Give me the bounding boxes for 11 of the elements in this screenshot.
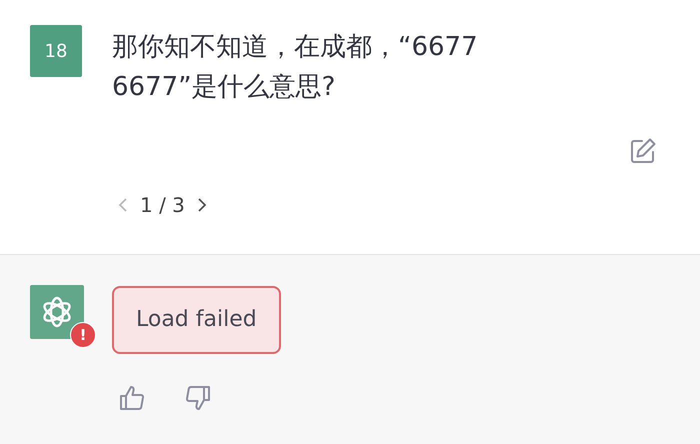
next-icon[interactable]	[196, 197, 207, 213]
thumbs-up-icon[interactable]	[118, 384, 146, 412]
assistant-logo-icon	[30, 285, 84, 339]
message-text: 那你知不知道，在成都，“6677 6677”是什么意思?	[112, 31, 479, 104]
previous-icon[interactable]	[118, 197, 128, 213]
error-badge: !	[70, 322, 96, 348]
page-counter: 1 / 3	[140, 193, 185, 217]
user-avatar: 18	[30, 25, 82, 77]
thumbs-down-icon[interactable]	[184, 384, 212, 412]
error-message: Load failed	[112, 286, 281, 354]
edit-icon[interactable]	[629, 137, 657, 165]
